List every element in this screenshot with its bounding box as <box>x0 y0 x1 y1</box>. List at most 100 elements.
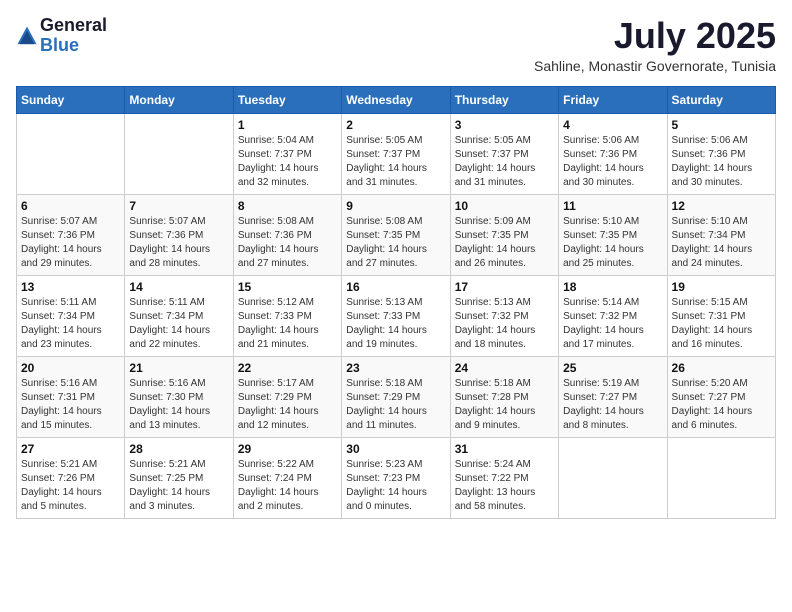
day-number: 31 <box>455 442 554 456</box>
day-info: Sunrise: 5:06 AM Sunset: 7:36 PM Dayligh… <box>672 134 771 190</box>
calendar-cell: 15 Sunrise: 5:12 AM Sunset: 7:33 PM Dayli… <box>233 275 341 356</box>
week-row-1: 1Sunrise: 5:04 AM Sunset: 7:37 PM Daylig… <box>17 113 776 194</box>
calendar-cell: 27 Sunrise: 5:21 AM Sunset: 7:26 PM Dayli… <box>17 437 125 518</box>
page-header: General Blue July 2025 Sahline, Monastir… <box>16 16 776 74</box>
day-info: Sunrise: 5:22 AM Sunset: 7:24 PM Dayligh… <box>238 458 337 514</box>
calendar-cell: 11 Sunrise: 5:10 AM Sunset: 7:35 PM Dayli… <box>559 194 667 275</box>
day-number: 20 <box>21 361 120 375</box>
calendar-cell: 29Sunrise: 5:22 AM Sunset: 7:24 PM Dayli… <box>233 437 341 518</box>
day-number: 9 <box>346 199 445 213</box>
day-number: 3 <box>455 118 554 132</box>
day-info: Sunrise: 5:16 AM Sunset: 7:31 PM Dayligh… <box>21 377 120 433</box>
day-info: Sunrise: 5:14 AM Sunset: 7:32 PM Dayligh… <box>563 296 662 352</box>
day-info: Sunrise: 5:24 AM Sunset: 7:22 PM Dayligh… <box>455 458 554 514</box>
day-number: 27 <box>21 442 120 456</box>
calendar-body: 1Sunrise: 5:04 AM Sunset: 7:37 PM Daylig… <box>17 113 776 518</box>
day-info: Sunrise: 5:19 AM Sunset: 7:27 PM Dayligh… <box>563 377 662 433</box>
header-day-monday: Monday <box>125 86 233 113</box>
day-info: Sunrise: 5:07 AM Sunset: 7:36 PM Dayligh… <box>21 215 120 271</box>
day-info: Sunrise: 5:06 AM Sunset: 7:36 PM Dayligh… <box>563 134 662 190</box>
month-year: July 2025 <box>534 16 776 56</box>
day-info: Sunrise: 5:21 AM Sunset: 7:26 PM Dayligh… <box>21 458 120 514</box>
day-info: Sunrise: 5:11 AM Sunset: 7:34 PM Dayligh… <box>21 296 120 352</box>
calendar-cell: 19 Sunrise: 5:15 AM Sunset: 7:31 PM Dayli… <box>667 275 775 356</box>
calendar-cell <box>667 437 775 518</box>
day-number: 26 <box>672 361 771 375</box>
calendar-cell: 25 Sunrise: 5:19 AM Sunset: 7:27 PM Dayli… <box>559 356 667 437</box>
day-info: Sunrise: 5:15 AM Sunset: 7:31 PM Dayligh… <box>672 296 771 352</box>
day-number: 15 <box>238 280 337 294</box>
day-number: 16 <box>346 280 445 294</box>
day-info: Sunrise: 5:05 AM Sunset: 7:37 PM Dayligh… <box>346 134 445 190</box>
day-number: 2 <box>346 118 445 132</box>
day-number: 5 <box>672 118 771 132</box>
day-number: 13 <box>21 280 120 294</box>
day-info: Sunrise: 5:16 AM Sunset: 7:30 PM Dayligh… <box>129 377 228 433</box>
logo-general: General <box>40 16 107 36</box>
calendar-cell <box>17 113 125 194</box>
day-number: 23 <box>346 361 445 375</box>
calendar-cell: 28Sunrise: 5:21 AM Sunset: 7:25 PM Dayli… <box>125 437 233 518</box>
calendar-cell: 1Sunrise: 5:04 AM Sunset: 7:37 PM Daylig… <box>233 113 341 194</box>
day-number: 6 <box>21 199 120 213</box>
calendar-cell: 31 Sunrise: 5:24 AM Sunset: 7:22 PM Dayli… <box>450 437 558 518</box>
day-number: 17 <box>455 280 554 294</box>
day-info: Sunrise: 5:10 AM Sunset: 7:34 PM Dayligh… <box>672 215 771 271</box>
week-row-2: 6 Sunrise: 5:07 AM Sunset: 7:36 PM Daylig… <box>17 194 776 275</box>
day-number: 1 <box>238 118 337 132</box>
calendar-cell <box>559 437 667 518</box>
calendar-cell: 7 Sunrise: 5:07 AM Sunset: 7:36 PM Daylig… <box>125 194 233 275</box>
calendar-table: SundayMondayTuesdayWednesdayThursdayFrid… <box>16 86 776 519</box>
day-number: 14 <box>129 280 228 294</box>
day-info: Sunrise: 5:08 AM Sunset: 7:36 PM Dayligh… <box>238 215 337 271</box>
calendar-cell: 2 Sunrise: 5:05 AM Sunset: 7:37 PM Daylig… <box>342 113 450 194</box>
header-day-thursday: Thursday <box>450 86 558 113</box>
day-info: Sunrise: 5:21 AM Sunset: 7:25 PM Dayligh… <box>129 458 228 514</box>
calendar-cell: 12 Sunrise: 5:10 AM Sunset: 7:34 PM Dayli… <box>667 194 775 275</box>
calendar-cell: 30Sunrise: 5:23 AM Sunset: 7:23 PM Dayli… <box>342 437 450 518</box>
calendar-cell: 20 Sunrise: 5:16 AM Sunset: 7:31 PM Dayli… <box>17 356 125 437</box>
header-row: SundayMondayTuesdayWednesdayThursdayFrid… <box>17 86 776 113</box>
calendar-cell: 3 Sunrise: 5:05 AM Sunset: 7:37 PM Daylig… <box>450 113 558 194</box>
calendar-cell <box>125 113 233 194</box>
day-info: Sunrise: 5:17 AM Sunset: 7:29 PM Dayligh… <box>238 377 337 433</box>
calendar-cell: 8Sunrise: 5:08 AM Sunset: 7:36 PM Daylig… <box>233 194 341 275</box>
calendar-cell: 23 Sunrise: 5:18 AM Sunset: 7:29 PM Dayli… <box>342 356 450 437</box>
day-number: 24 <box>455 361 554 375</box>
day-info: Sunrise: 5:10 AM Sunset: 7:35 PM Dayligh… <box>563 215 662 271</box>
week-row-3: 13 Sunrise: 5:11 AM Sunset: 7:34 PM Dayli… <box>17 275 776 356</box>
day-number: 30 <box>346 442 445 456</box>
logo-text: General Blue <box>40 16 107 56</box>
day-number: 21 <box>129 361 228 375</box>
calendar-cell: 6 Sunrise: 5:07 AM Sunset: 7:36 PM Daylig… <box>17 194 125 275</box>
day-info: Sunrise: 5:08 AM Sunset: 7:35 PM Dayligh… <box>346 215 445 271</box>
week-row-4: 20 Sunrise: 5:16 AM Sunset: 7:31 PM Dayli… <box>17 356 776 437</box>
header-day-wednesday: Wednesday <box>342 86 450 113</box>
calendar-cell: 10 Sunrise: 5:09 AM Sunset: 7:35 PM Dayli… <box>450 194 558 275</box>
calendar-cell: 14 Sunrise: 5:11 AM Sunset: 7:34 PM Dayli… <box>125 275 233 356</box>
week-row-5: 27 Sunrise: 5:21 AM Sunset: 7:26 PM Dayli… <box>17 437 776 518</box>
calendar-cell: 13 Sunrise: 5:11 AM Sunset: 7:34 PM Dayli… <box>17 275 125 356</box>
day-info: Sunrise: 5:11 AM Sunset: 7:34 PM Dayligh… <box>129 296 228 352</box>
day-number: 25 <box>563 361 662 375</box>
day-info: Sunrise: 5:18 AM Sunset: 7:28 PM Dayligh… <box>455 377 554 433</box>
day-number: 22 <box>238 361 337 375</box>
day-info: Sunrise: 5:18 AM Sunset: 7:29 PM Dayligh… <box>346 377 445 433</box>
day-number: 11 <box>563 199 662 213</box>
day-info: Sunrise: 5:05 AM Sunset: 7:37 PM Dayligh… <box>455 134 554 190</box>
day-number: 7 <box>129 199 228 213</box>
day-number: 10 <box>455 199 554 213</box>
day-info: Sunrise: 5:09 AM Sunset: 7:35 PM Dayligh… <box>455 215 554 271</box>
calendar-cell: 5 Sunrise: 5:06 AM Sunset: 7:36 PM Daylig… <box>667 113 775 194</box>
logo-blue: Blue <box>40 36 107 56</box>
day-info: Sunrise: 5:20 AM Sunset: 7:27 PM Dayligh… <box>672 377 771 433</box>
day-info: Sunrise: 5:07 AM Sunset: 7:36 PM Dayligh… <box>129 215 228 271</box>
calendar-cell: 17Sunrise: 5:13 AM Sunset: 7:32 PM Dayli… <box>450 275 558 356</box>
day-number: 18 <box>563 280 662 294</box>
logo-icon <box>16 25 38 47</box>
day-info: Sunrise: 5:12 AM Sunset: 7:33 PM Dayligh… <box>238 296 337 352</box>
day-number: 19 <box>672 280 771 294</box>
day-number: 4 <box>563 118 662 132</box>
day-number: 12 <box>672 199 771 213</box>
calendar-cell: 4 Sunrise: 5:06 AM Sunset: 7:36 PM Daylig… <box>559 113 667 194</box>
